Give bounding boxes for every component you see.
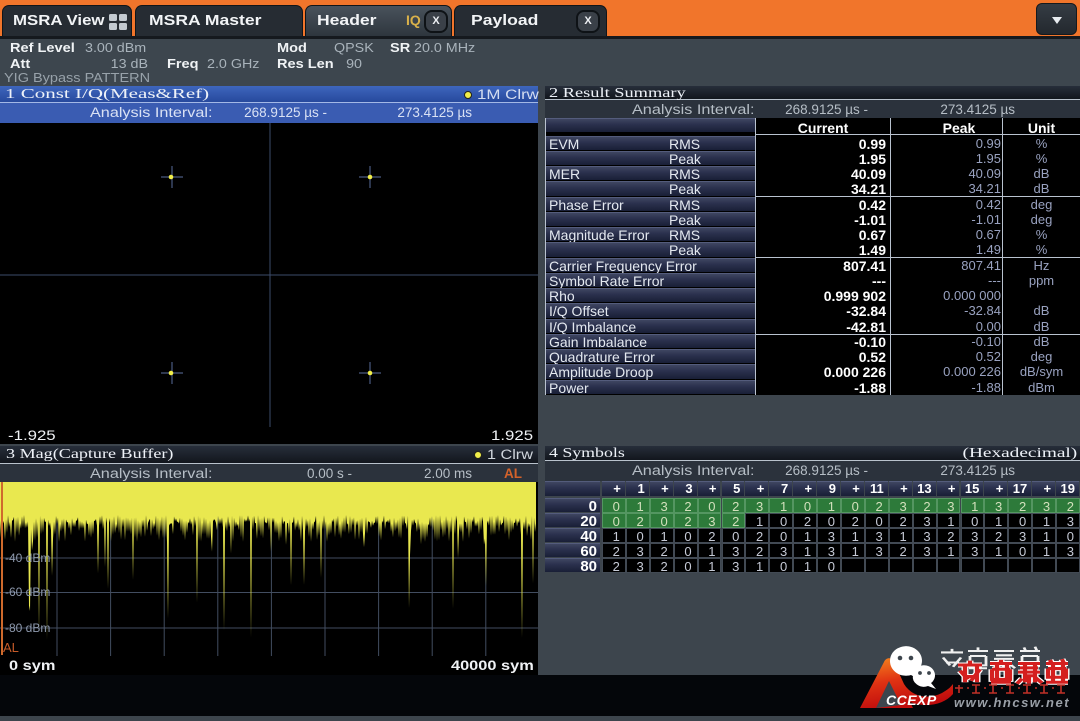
svg-text:CCEXP: CCEXP [886, 692, 937, 708]
svg-text:www.hncsw.net: www.hncsw.net [954, 695, 1070, 710]
svg-text:-80 dBm: -80 dBm [5, 621, 50, 635]
svg-text:-60 dBm: -60 dBm [5, 585, 50, 599]
svg-text:AL: AL [3, 640, 19, 655]
svg-text:-40 dBm: -40 dBm [5, 551, 50, 565]
